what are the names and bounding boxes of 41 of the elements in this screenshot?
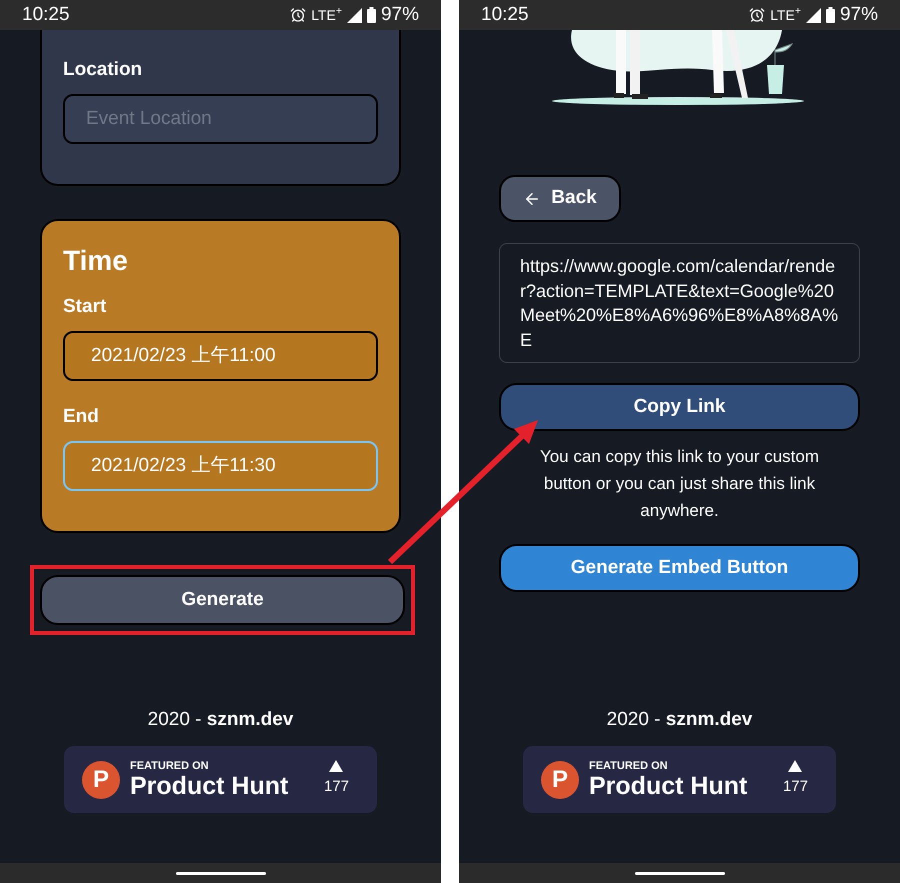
help-text: You can copy this link to your custom button or you can just share this link anywhere. xyxy=(538,446,820,522)
link-text-area[interactable]: https://www.google.com/calendar/render?action=TEMPLATE&text=Google%20Meet%20%E8%A6%96%E8%A8%8A%E xyxy=(499,243,860,363)
upvote-icon xyxy=(788,760,802,772)
generate-button[interactable]: Generate xyxy=(40,575,405,625)
clock-time: 10:25 xyxy=(22,2,70,27)
badge-title: Product Hunt xyxy=(589,772,748,800)
upvote-count: 177 xyxy=(324,777,349,798)
generate-embed-button[interactable]: Generate Embed Button xyxy=(499,544,860,592)
badge-eyebrow: FEATURED ON xyxy=(589,760,669,772)
network-label: LTE$^{+}$ xyxy=(311,4,342,24)
product-hunt-badge[interactable]: P FEATURED ON Product Hunt 177 xyxy=(64,746,377,813)
battery-icon xyxy=(826,7,835,23)
product-hunt-badge[interactable]: P FEATURED ON Product Hunt 177 xyxy=(523,746,836,813)
battery-percent: 97% xyxy=(840,2,878,27)
badge-eyebrow: FEATURED ON xyxy=(130,760,210,772)
upvote-count: 177 xyxy=(782,777,808,798)
home-handle[interactable] xyxy=(634,872,724,874)
product-hunt-logo: P xyxy=(541,760,579,798)
battery-icon xyxy=(366,7,376,23)
copy-link-button[interactable]: Copy Link xyxy=(499,383,860,431)
back-button[interactable]: Back xyxy=(499,175,621,222)
network-label: LTE$^{+}$ xyxy=(770,4,801,24)
date-time-field[interactable]: 2021/02/23 上午11:30 xyxy=(63,441,378,491)
upvote-icon xyxy=(329,760,344,772)
badge-title: Product Hunt xyxy=(130,772,288,800)
field-label: Start xyxy=(63,295,108,319)
location-field[interactable]: Event Location xyxy=(63,94,378,144)
home-handle[interactable] xyxy=(176,872,266,874)
clock-time: 10:25 xyxy=(481,2,529,27)
date-time-field[interactable]: 2021/02/23 上午11:00 xyxy=(63,331,378,381)
product-hunt-logo: P xyxy=(82,760,120,798)
field-label: End xyxy=(63,405,100,429)
footer-credit: 2020 - sznm.dev xyxy=(606,708,752,732)
footer-credit: 2020 - sznm.dev xyxy=(148,708,294,732)
alarm-icon xyxy=(290,7,306,23)
field-label: Location xyxy=(63,58,144,82)
battery-percent: 97% xyxy=(380,2,419,27)
signal-icon xyxy=(806,8,821,22)
alarm-icon xyxy=(749,7,766,23)
card-title: Time xyxy=(63,244,129,278)
signal-icon xyxy=(346,8,362,22)
